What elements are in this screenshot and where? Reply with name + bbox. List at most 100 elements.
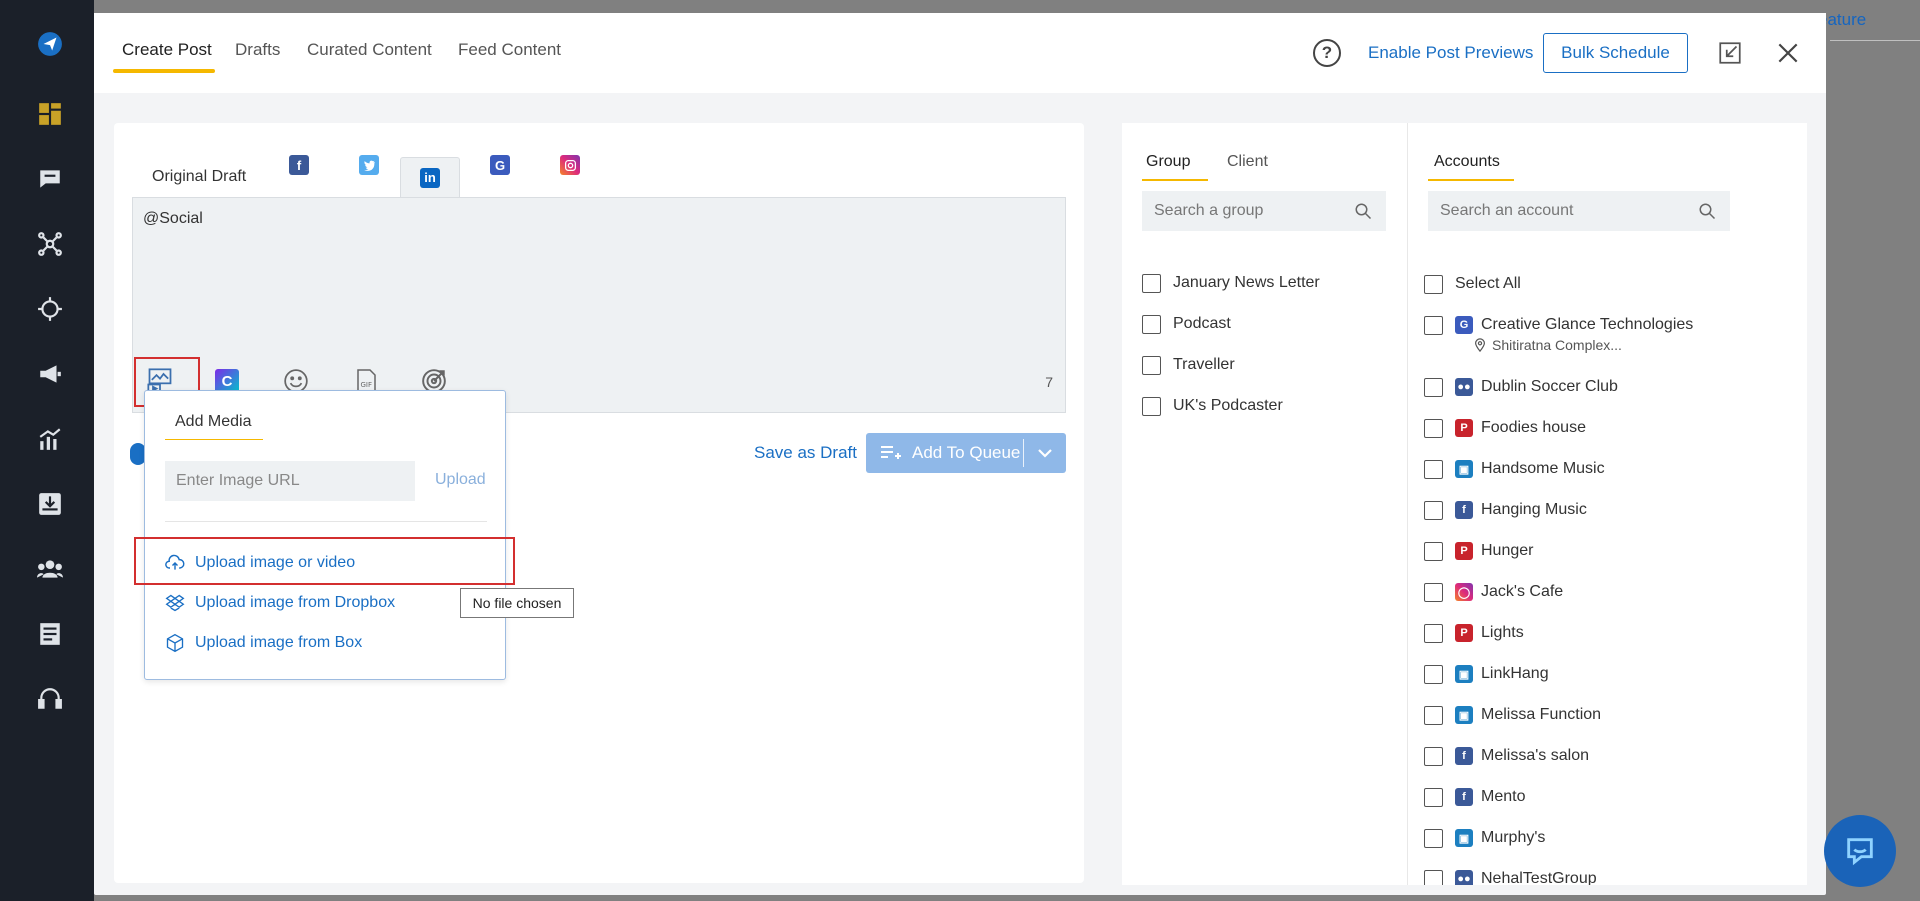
logo-icon[interactable] xyxy=(36,30,64,58)
group-item[interactable]: UK's Podcaster xyxy=(1142,394,1283,418)
search-account-placeholder: Search an account xyxy=(1440,202,1574,219)
no-file-tooltip: No file chosen xyxy=(460,588,574,618)
tab-group[interactable]: Group xyxy=(1146,153,1190,171)
account-item[interactable]: f Hanging Music xyxy=(1424,498,1587,522)
image-url-input[interactable] xyxy=(165,461,415,501)
chevron-down-icon[interactable] xyxy=(1036,446,1054,460)
account-item[interactable]: ▣ Melissa Function xyxy=(1424,703,1601,727)
search-account-input[interactable]: Search an account xyxy=(1428,191,1730,231)
checkbox[interactable] xyxy=(1142,273,1161,293)
checkbox[interactable] xyxy=(1424,623,1443,643)
group-item-label: Podcast xyxy=(1173,315,1231,332)
support-headset-icon[interactable] xyxy=(36,685,64,713)
reports-icon[interactable] xyxy=(36,620,64,648)
add-to-queue-button[interactable]: Add To Queue xyxy=(866,433,1066,473)
search-icon xyxy=(1699,203,1716,220)
team-icon[interactable] xyxy=(36,555,64,583)
megaphone-icon[interactable] xyxy=(36,360,64,388)
messages-icon[interactable] xyxy=(36,165,64,193)
bulk-schedule-button[interactable]: Bulk Schedule xyxy=(1543,33,1688,73)
tab-google-business[interactable]: G xyxy=(470,145,530,185)
checkbox[interactable] xyxy=(1424,315,1443,335)
checkbox[interactable] xyxy=(1424,582,1443,602)
post-text-area[interactable]: @Social 7 xyxy=(132,197,1066,413)
search-group-input[interactable]: Search a group xyxy=(1142,191,1386,231)
account-item[interactable]: ●● NehalTestGroup xyxy=(1424,867,1597,885)
checkbox[interactable] xyxy=(1142,355,1161,375)
menu-divider xyxy=(165,521,487,522)
save-as-draft-link[interactable]: Save as Draft xyxy=(754,443,857,463)
chat-support-button[interactable] xyxy=(1824,815,1896,887)
account-item[interactable]: ▣ Handsome Music xyxy=(1424,457,1605,481)
checkbox[interactable] xyxy=(1424,705,1443,725)
account-item[interactable]: f Melissa's salon xyxy=(1424,744,1589,768)
group-tab-indicator xyxy=(1142,179,1208,181)
checkbox[interactable] xyxy=(1424,418,1443,438)
tab-add-media[interactable]: Add Media xyxy=(175,413,252,431)
checkbox[interactable] xyxy=(1424,459,1443,479)
box-icon xyxy=(166,633,184,653)
tab-original-draft[interactable]: Original Draft xyxy=(152,168,246,186)
pinterest-icon: P xyxy=(1455,624,1473,642)
tab-instagram[interactable] xyxy=(540,145,600,185)
tab-facebook[interactable]: f xyxy=(269,145,329,185)
tab-drafts[interactable]: Drafts xyxy=(235,40,280,60)
upload-option-highlight xyxy=(134,537,515,585)
checkbox[interactable] xyxy=(1424,274,1443,294)
instagram-icon xyxy=(560,155,580,175)
minimize-icon[interactable] xyxy=(1717,40,1743,66)
network-icon[interactable] xyxy=(36,230,64,258)
group-item[interactable]: January News Letter xyxy=(1142,271,1320,295)
tab-twitter[interactable] xyxy=(339,145,399,185)
account-item[interactable]: ◯ Jack's Cafe xyxy=(1424,580,1563,604)
checkbox[interactable] xyxy=(1424,377,1443,397)
upload-from-dropbox-option[interactable]: Upload image from Dropbox xyxy=(165,589,395,617)
checkbox[interactable] xyxy=(1424,869,1443,885)
dropbox-option-label: Upload image from Dropbox xyxy=(195,594,396,611)
account-item[interactable]: P Foodies house xyxy=(1424,416,1586,440)
search-icon xyxy=(1355,203,1372,220)
dashboard-icon[interactable] xyxy=(36,100,64,128)
facebook-icon: f xyxy=(1455,501,1473,519)
checkbox[interactable] xyxy=(1424,541,1443,561)
tab-linkedin[interactable]: in xyxy=(400,157,460,197)
tab-create-post[interactable]: Create Post xyxy=(122,40,212,60)
upload-from-box-option[interactable]: Upload image from Box xyxy=(165,629,362,657)
tab-curated-content[interactable]: Curated Content xyxy=(307,40,432,60)
account-item[interactable]: f Mento xyxy=(1424,785,1525,809)
character-count: 7 xyxy=(1045,374,1053,390)
account-item[interactable]: ▣ LinkHang xyxy=(1424,662,1549,686)
crosshair-icon[interactable] xyxy=(36,295,64,323)
tab-feed-content[interactable]: Feed Content xyxy=(458,40,561,60)
analytics-icon[interactable] xyxy=(36,425,64,453)
close-icon[interactable] xyxy=(1775,40,1801,66)
box-option-label: Upload image from Box xyxy=(195,634,363,651)
instagram-icon: ◯ xyxy=(1455,583,1473,601)
checkbox[interactable] xyxy=(1142,314,1161,334)
account-item[interactable]: ▣ Murphy's xyxy=(1424,826,1545,850)
enable-post-previews-link[interactable]: Enable Post Previews xyxy=(1368,43,1533,63)
group-item[interactable]: Podcast xyxy=(1142,312,1231,336)
checkbox[interactable] xyxy=(1424,746,1443,766)
checkbox[interactable] xyxy=(1424,787,1443,807)
account-item[interactable]: ●● Dublin Soccer Club xyxy=(1424,375,1618,399)
left-sidebar xyxy=(0,0,94,901)
upload-url-button[interactable]: Upload xyxy=(435,471,486,489)
inbox-download-icon[interactable] xyxy=(36,490,64,518)
account-item[interactable]: G Creative Glance Technologies xyxy=(1424,313,1693,337)
account-item[interactable]: P Hunger xyxy=(1424,539,1533,563)
checkbox[interactable] xyxy=(1142,396,1161,416)
tab-accounts[interactable]: Accounts xyxy=(1434,153,1500,171)
select-all-row[interactable]: Select All xyxy=(1424,272,1521,296)
facebook-group-icon: ●● xyxy=(1455,378,1473,396)
linkedin-icon: in xyxy=(420,167,440,188)
checkbox[interactable] xyxy=(1424,828,1443,848)
help-icon[interactable]: ? xyxy=(1313,39,1341,67)
tab-client[interactable]: Client xyxy=(1227,153,1268,171)
group-item[interactable]: Traveller xyxy=(1142,353,1235,377)
account-label: Jack's Cafe xyxy=(1481,583,1564,600)
checkbox[interactable] xyxy=(1424,500,1443,520)
checkbox[interactable] xyxy=(1424,664,1443,684)
account-item[interactable]: P Lights xyxy=(1424,621,1524,645)
facebook-icon: f xyxy=(1455,788,1473,806)
